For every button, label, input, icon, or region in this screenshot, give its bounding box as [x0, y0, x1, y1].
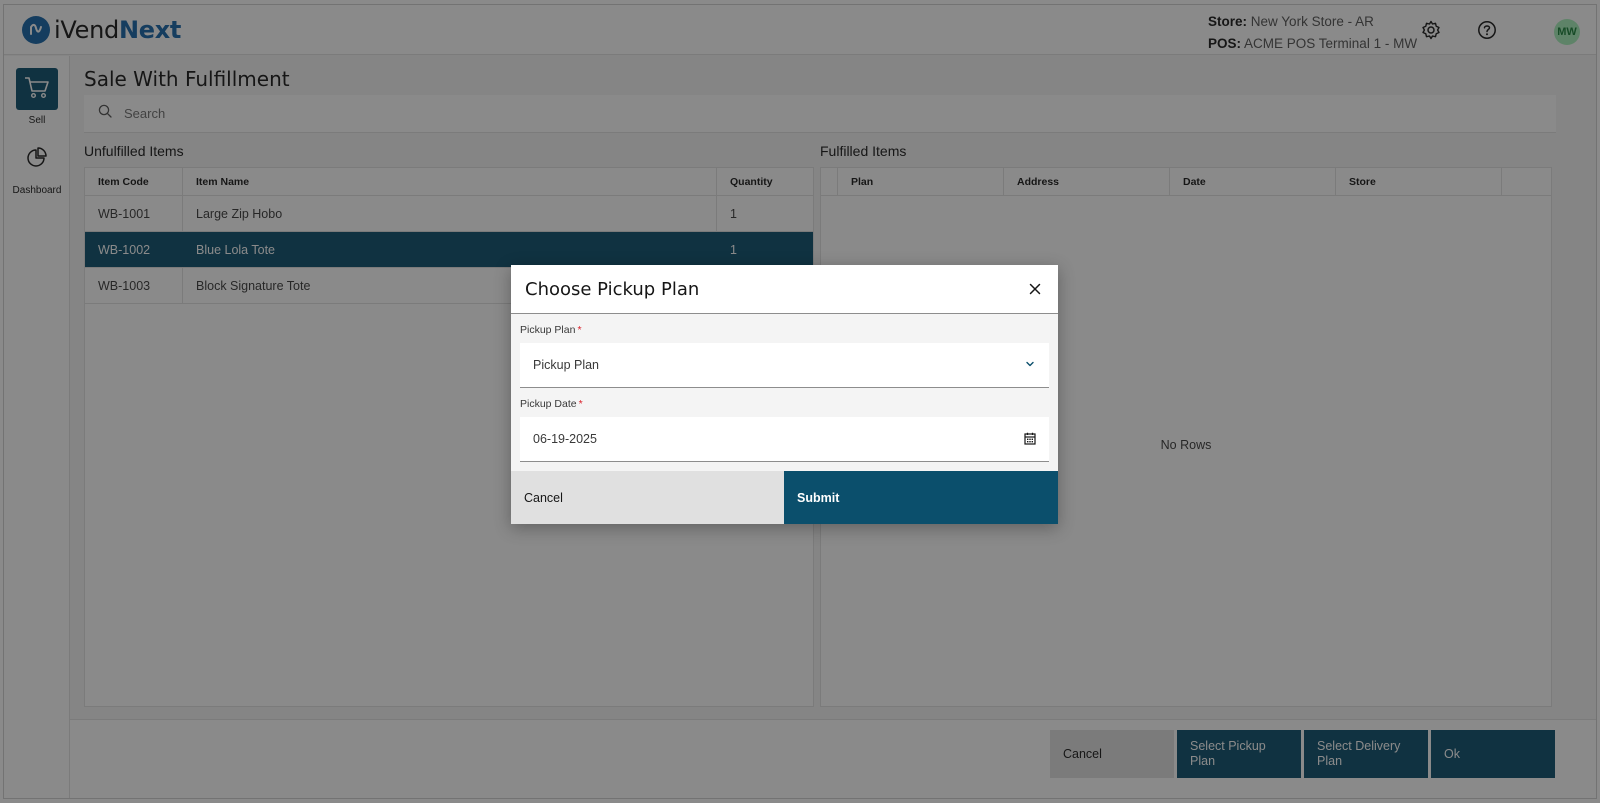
dialog-header: Choose Pickup Plan [511, 265, 1058, 314]
required-marker: * [577, 324, 582, 336]
dialog-cancel-button[interactable]: Cancel [511, 471, 784, 524]
pickup-date-field[interactable]: 06-19-2025 [520, 417, 1049, 462]
dialog-title: Choose Pickup Plan [525, 279, 700, 300]
pickup-date-label-text: Pickup Date [520, 398, 577, 410]
calendar-icon[interactable] [1024, 432, 1036, 448]
required-marker: * [578, 398, 583, 410]
pickup-plan-label: Pickup Plan * [520, 324, 582, 336]
close-icon[interactable] [1024, 278, 1046, 300]
pickup-date-value: 06-19-2025 [533, 432, 597, 446]
pickup-plan-selected-value: Pickup Plan [533, 358, 600, 372]
pickup-date-label: Pickup Date * [520, 398, 583, 410]
pickup-plan-dropdown[interactable]: Pickup Plan [520, 343, 1049, 388]
pickup-plan-label-text: Pickup Plan [520, 324, 576, 336]
choose-pickup-plan-dialog: Choose Pickup Plan Pickup Plan * Pickup P… [511, 265, 1058, 524]
dialog-submit-button[interactable]: Submit [784, 471, 1058, 524]
chevron-down-icon [1024, 358, 1036, 373]
